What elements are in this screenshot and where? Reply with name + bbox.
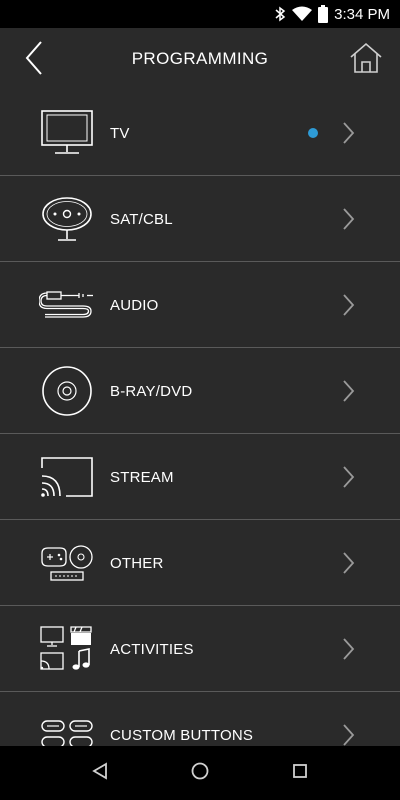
recents-square-icon <box>291 762 309 785</box>
list-item-other[interactable]: OTHER <box>0 520 400 606</box>
nav-recents-button[interactable] <box>286 759 314 787</box>
device-list: TV SAT/CBL AUDIO B-RAY/DVD STREAM OTHER … <box>0 90 400 746</box>
chevron-right-icon <box>338 551 358 575</box>
system-nav-bar <box>0 746 400 800</box>
list-item-label: STREAM <box>110 468 174 486</box>
chevron-right-icon <box>338 207 358 231</box>
cast-icon <box>38 450 96 504</box>
list-item-label: AUDIO <box>110 296 159 314</box>
list-item-bray-dvd[interactable]: B-RAY/DVD <box>0 348 400 434</box>
list-item-custom-buttons[interactable]: CUSTOM BUTTONS <box>0 692 400 746</box>
list-item-label: OTHER <box>110 554 164 572</box>
home-icon <box>349 42 383 79</box>
tv-icon <box>38 106 96 160</box>
back-button[interactable] <box>18 40 50 80</box>
gamepad-disc-icon <box>38 536 96 590</box>
chevron-right-icon <box>338 723 358 746</box>
status-indicator-dot <box>308 128 318 138</box>
satellite-dish-icon <box>38 192 96 246</box>
list-item-audio[interactable]: AUDIO <box>0 262 400 348</box>
list-item-stream[interactable]: STREAM <box>0 434 400 520</box>
list-item-sat-cbl[interactable]: SAT/CBL <box>0 176 400 262</box>
list-item-tv[interactable]: TV <box>0 90 400 176</box>
chevron-left-icon <box>24 40 44 81</box>
home-button[interactable] <box>348 40 384 80</box>
nav-back-button[interactable] <box>86 759 114 787</box>
wifi-icon <box>292 6 313 22</box>
list-item-label: TV <box>110 124 130 142</box>
list-item-label: B-RAY/DVD <box>110 382 193 400</box>
back-triangle-icon <box>91 761 109 785</box>
bluetooth-icon <box>274 6 286 22</box>
chevron-right-icon <box>338 465 358 489</box>
home-circle-icon <box>190 761 210 786</box>
chevron-right-icon <box>338 121 358 145</box>
list-item-label: SAT/CBL <box>110 210 173 228</box>
disc-icon <box>38 364 96 418</box>
status-time: 3:34 PM <box>334 5 390 23</box>
chevron-right-icon <box>338 293 358 317</box>
audio-cable-icon <box>38 278 96 332</box>
chevron-right-icon <box>338 637 358 661</box>
list-item-activities[interactable]: ACTIVITIES <box>0 606 400 692</box>
status-bar: 3:34 PM <box>0 0 400 28</box>
status-icons: 3:34 PM <box>274 0 390 28</box>
activities-icon <box>38 622 96 676</box>
battery-icon <box>318 5 329 23</box>
chevron-right-icon <box>338 379 358 403</box>
header: PROGRAMMING <box>0 28 400 90</box>
list-item-label: CUSTOM BUTTONS <box>110 726 254 744</box>
page-title: PROGRAMMING <box>131 49 269 68</box>
list-item-label: ACTIVITIES <box>110 640 194 658</box>
custom-buttons-icon <box>38 708 96 746</box>
nav-home-button[interactable] <box>186 759 214 787</box>
